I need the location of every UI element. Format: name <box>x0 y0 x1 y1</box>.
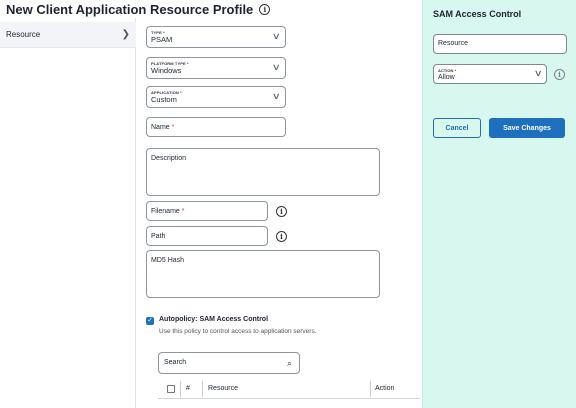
chevron-down-icon: ∨ <box>272 91 282 101</box>
column-header-number[interactable]: # <box>186 385 190 392</box>
type-select[interactable]: TYPE * PSAM ∨ <box>146 26 286 48</box>
column-divider <box>202 381 203 397</box>
filename-field-label: Filename <box>151 208 180 215</box>
column-header-resource[interactable]: Resource <box>208 385 238 392</box>
name-field[interactable]: Name * <box>146 117 286 137</box>
info-icon[interactable]: i <box>276 206 287 217</box>
autopolicy-checkbox[interactable]: ✓ <box>146 317 154 325</box>
name-field-label: Name <box>151 124 170 131</box>
cancel-button[interactable]: Cancel <box>433 118 481 138</box>
sidebar: Resource ❯ <box>0 18 136 408</box>
action-select-value: Allow <box>438 74 455 81</box>
column-header-action[interactable]: Action <box>375 385 394 392</box>
panel-title: SAM Access Control <box>433 9 522 19</box>
chevron-down-icon: ∨ <box>272 62 282 72</box>
save-changes-button[interactable]: Save Changes <box>489 118 565 138</box>
path-field[interactable]: Path <box>146 226 268 246</box>
action-select[interactable]: ACTION * Allow ∨ <box>433 64 547 84</box>
column-divider <box>370 381 371 397</box>
column-divider <box>180 381 181 397</box>
info-icon[interactable]: i <box>259 4 271 15</box>
autopolicy-label: Autopolicy: SAM Access Control <box>159 316 269 323</box>
autopolicy-description: Use this policy to control access to app… <box>159 328 317 335</box>
required-mark: * <box>171 124 175 131</box>
application-select[interactable]: APPLICATION * Custom ∨ <box>146 86 286 108</box>
panel-resource-field-label: Resource <box>438 40 468 47</box>
search-icon[interactable]: ⌕ <box>287 358 292 369</box>
sam-access-control-panel: SAM Access Control Resource ACTION * All… <box>422 0 576 408</box>
description-field[interactable]: Description <box>146 148 380 196</box>
search-input-label: Search <box>164 359 187 366</box>
md5-hash-field[interactable]: MD5 Hash <box>146 250 380 298</box>
sidebar-item-resource[interactable]: Resource ❯ <box>0 22 136 48</box>
page-title-text: New Client Application Resource Profile <box>6 2 254 17</box>
info-icon[interactable]: i <box>276 231 287 242</box>
application-select-value: Custom <box>151 95 177 104</box>
search-input[interactable]: Search ⌕ <box>158 352 300 374</box>
platform-type-select-value: Windows <box>151 66 182 75</box>
platform-type-select[interactable]: PLATFORM TYPE * Windows ∨ <box>146 57 286 79</box>
required-mark: * <box>181 208 185 215</box>
chevron-right-icon: ❯ <box>121 29 130 40</box>
table-header: # Resource Action <box>158 379 420 399</box>
type-select-value: PSAM <box>151 35 173 44</box>
chevron-down-icon: ∨ <box>272 31 282 41</box>
panel-resource-field[interactable]: Resource <box>433 34 567 54</box>
description-field-label: Description <box>151 155 187 162</box>
md5-hash-field-label: MD5 Hash <box>151 257 185 264</box>
path-field-label: Path <box>151 233 166 240</box>
sidebar-item-label: Resource <box>6 30 41 39</box>
check-icon: ✓ <box>147 317 153 324</box>
filename-field[interactable]: Filename * <box>146 201 268 221</box>
info-icon[interactable]: i <box>554 69 565 80</box>
chevron-down-icon: ∨ <box>534 68 544 78</box>
page-title: New Client Application Resource Profile … <box>6 2 271 17</box>
select-all-checkbox[interactable] <box>167 385 175 393</box>
